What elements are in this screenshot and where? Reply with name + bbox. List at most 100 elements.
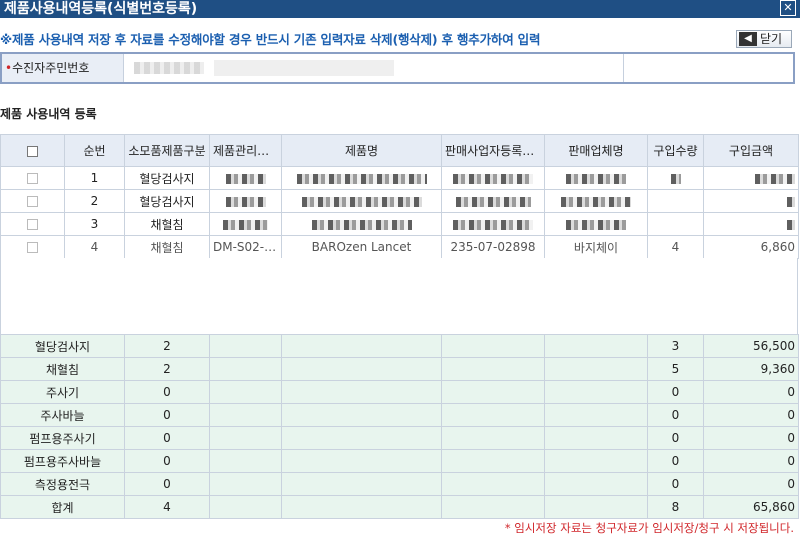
summary-row: 혈당검사지 2 3 56,500 bbox=[0, 334, 799, 358]
summary-label: 합계 bbox=[0, 495, 125, 519]
category-cell: 혈당검사지 bbox=[124, 189, 210, 213]
summary-empty-cell bbox=[209, 380, 282, 404]
mgmt-no-cell bbox=[209, 212, 282, 236]
summary-empty-cell bbox=[209, 357, 282, 381]
summary-label: 혈당검사지 bbox=[0, 334, 125, 358]
summary-empty-cell bbox=[281, 495, 442, 519]
col-header: 제품명 bbox=[281, 134, 442, 167]
row-checkbox[interactable] bbox=[27, 242, 38, 253]
mgmt-no-cell bbox=[209, 189, 282, 213]
summary-empty-cell bbox=[281, 357, 442, 381]
table-row[interactable]: 4 채혈침 DM-S02-1-... BAROzen Lancet 235-07… bbox=[0, 235, 799, 259]
summary-qty: 0 bbox=[647, 426, 704, 450]
masked-value bbox=[566, 219, 626, 230]
summary-label: 펌프용주사바늘 bbox=[0, 449, 125, 473]
row-checkbox[interactable] bbox=[27, 196, 38, 207]
summary-amount: 0 bbox=[703, 472, 799, 496]
select-all-checkbox[interactable] bbox=[27, 145, 38, 157]
mgmt-no-cell: DM-S02-1-... bbox=[209, 235, 282, 259]
qty-cell: 4 bbox=[647, 235, 704, 259]
summary-empty-cell bbox=[209, 449, 282, 473]
masked-value bbox=[296, 173, 427, 184]
summary-empty-cell bbox=[544, 403, 648, 427]
row-select-cell[interactable] bbox=[0, 189, 65, 213]
masked-value bbox=[301, 196, 422, 207]
qty-cell bbox=[647, 189, 704, 213]
patient-id-row: •수진자주민번호 bbox=[0, 52, 795, 84]
table-row[interactable]: 1 혈당검사지 bbox=[0, 166, 799, 190]
masked-value bbox=[755, 173, 795, 184]
masked-value bbox=[561, 196, 631, 207]
table-row[interactable]: 3 채혈침 bbox=[0, 212, 799, 236]
summary-empty-cell bbox=[209, 403, 282, 427]
summary-label: 주사기 bbox=[0, 380, 125, 404]
summary-qty: 5 bbox=[647, 357, 704, 381]
summary-row: 측정용전극 0 0 0 bbox=[0, 472, 799, 496]
table-empty-area bbox=[0, 258, 798, 334]
summary-row: 주사바늘 0 0 0 bbox=[0, 403, 799, 427]
summary-empty-cell bbox=[544, 495, 648, 519]
close-button[interactable]: ◀ 닫기 bbox=[736, 30, 792, 48]
summary-count: 0 bbox=[124, 472, 210, 496]
seq-cell: 3 bbox=[64, 212, 125, 236]
temp-save-footnote: * 임시저장 자료는 청구자료가 임시저장/청구 시 저장됩니다. bbox=[504, 521, 794, 535]
row-select-cell[interactable] bbox=[0, 235, 65, 259]
window-close-icon[interactable]: ✕ bbox=[780, 0, 796, 16]
biz-no-cell bbox=[441, 166, 545, 190]
vendor-cell: 바지체이 bbox=[544, 235, 648, 259]
summary-row: 주사기 0 0 0 bbox=[0, 380, 799, 404]
patient-id-field[interactable] bbox=[124, 54, 624, 82]
summary-empty-cell bbox=[209, 472, 282, 496]
row-checkbox[interactable] bbox=[27, 219, 38, 230]
summary-count: 2 bbox=[124, 334, 210, 358]
product-cell bbox=[281, 189, 442, 213]
summary-amount: 56,500 bbox=[703, 334, 799, 358]
summary-qty: 3 bbox=[647, 334, 704, 358]
summary-amount: 0 bbox=[703, 426, 799, 450]
product-cell bbox=[281, 212, 442, 236]
table-row[interactable]: 2 혈당검사지 bbox=[0, 189, 799, 213]
masked-value bbox=[225, 173, 266, 184]
patient-id-label-text: 수진자주민번호 bbox=[12, 61, 90, 75]
summary-qty: 0 bbox=[647, 449, 704, 473]
select-all-cell[interactable] bbox=[0, 134, 65, 167]
row-checkbox[interactable] bbox=[27, 173, 38, 184]
col-header: 판매사업자등록번호 bbox=[441, 134, 545, 167]
masked-value bbox=[311, 219, 412, 230]
summary-empty-cell bbox=[441, 495, 545, 519]
seq-cell: 4 bbox=[64, 235, 125, 259]
vendor-cell bbox=[544, 166, 648, 190]
row-select-cell[interactable] bbox=[0, 166, 65, 190]
summary-row: 펌프용주사기 0 0 0 bbox=[0, 426, 799, 450]
product-cell: BAROzen Lancet bbox=[281, 235, 442, 259]
col-header: 소모품제품구분 bbox=[124, 134, 210, 167]
masked-value bbox=[566, 173, 626, 184]
summary-label: 펌프용주사기 bbox=[0, 426, 125, 450]
amount-cell bbox=[703, 166, 799, 190]
row-select-cell[interactable] bbox=[0, 212, 65, 236]
biz-no-cell bbox=[441, 212, 545, 236]
close-button-label: 닫기 bbox=[760, 32, 783, 46]
summary-empty-cell bbox=[281, 449, 442, 473]
masked-value bbox=[455, 196, 531, 207]
col-header: 판매업체명 bbox=[544, 134, 648, 167]
summary-empty-cell bbox=[281, 472, 442, 496]
summary-empty-cell bbox=[209, 334, 282, 358]
summary-empty-cell bbox=[441, 334, 545, 358]
summary-count: 2 bbox=[124, 357, 210, 381]
category-cell: 채혈침 bbox=[124, 212, 210, 236]
summary-empty-cell bbox=[544, 380, 648, 404]
summary-empty-cell bbox=[544, 472, 648, 496]
masked-value bbox=[223, 219, 268, 230]
col-header: 구입수량 bbox=[647, 134, 704, 167]
masked-value bbox=[453, 219, 533, 230]
summary-label: 측정용전극 bbox=[0, 472, 125, 496]
summary-empty-cell bbox=[281, 334, 442, 358]
amount-cell bbox=[703, 212, 799, 236]
summary-qty: 0 bbox=[647, 472, 704, 496]
summary-empty-cell bbox=[441, 426, 545, 450]
masked-value bbox=[214, 60, 394, 76]
summary-empty-cell bbox=[281, 403, 442, 427]
patient-id-label: •수진자주민번호 bbox=[2, 54, 124, 82]
summary-empty-cell bbox=[209, 426, 282, 450]
